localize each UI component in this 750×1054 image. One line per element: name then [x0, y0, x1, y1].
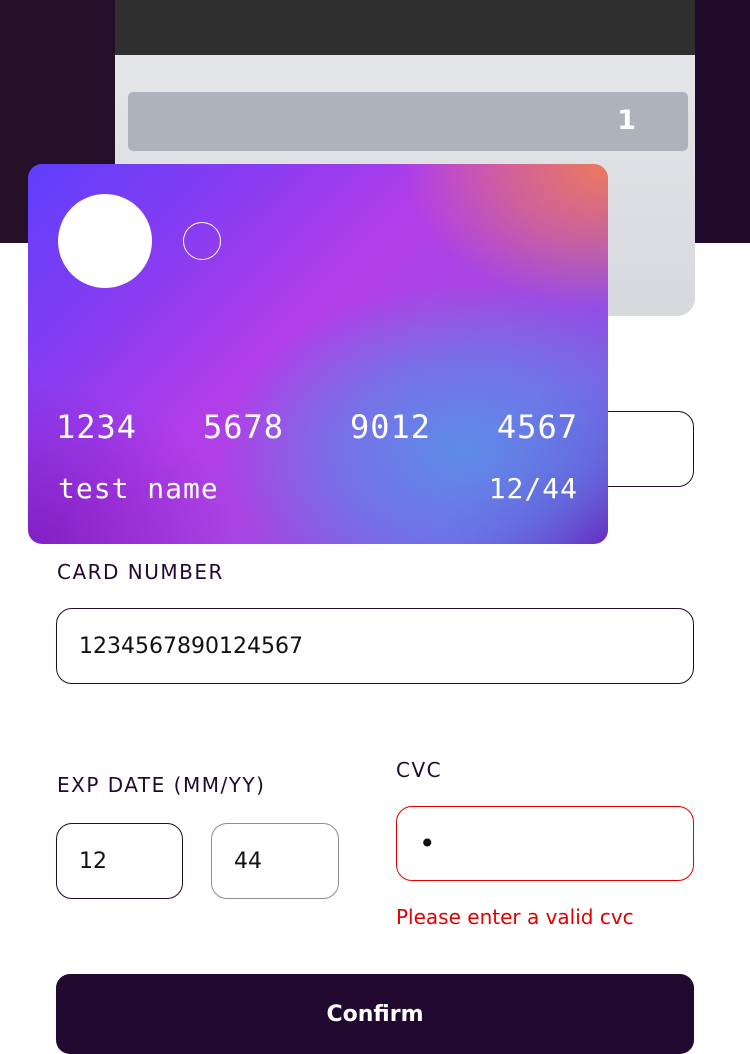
card-holder-name: test name [58, 472, 219, 505]
card-number-display: 1234 5678 9012 4567 [56, 408, 578, 446]
exp-month-value: 12 [79, 848, 107, 874]
signature-strip: 1 [128, 92, 688, 151]
card-number-label: CARD NUMBER [57, 560, 224, 584]
exp-year-value: 44 [234, 848, 262, 874]
card-bottom-row: test name 12/44 [58, 472, 578, 505]
cvc-error-message: Please enter a valid cvc [396, 905, 634, 929]
exp-year-input[interactable]: 44 [211, 823, 339, 899]
card-expiry: 12/44 [488, 472, 578, 505]
exp-date-label: EXP DATE (MM/YY) [57, 773, 266, 797]
card-number-group-3: 9012 [349, 408, 431, 446]
card-number-group-1: 1234 [56, 408, 138, 446]
card-logo-filled-circle-icon [58, 194, 152, 288]
card-logo-outline-circle-icon [183, 222, 221, 260]
cvc-label: CVC [396, 758, 443, 782]
card-number-input-value: 1234567890124567 [79, 633, 303, 659]
card-number-group-4: 4567 [496, 408, 578, 446]
magnetic-stripe [115, 0, 695, 55]
card-front: 1234 5678 9012 4567 test name 12/44 [28, 164, 608, 544]
card-number-input[interactable]: 1234567890124567 [56, 608, 694, 684]
card-back-cvc: 1 [617, 105, 636, 136]
cvc-input-value: • [419, 826, 436, 860]
cvc-input[interactable]: • [396, 806, 694, 881]
confirm-button[interactable]: Confirm [56, 974, 694, 1054]
exp-month-input[interactable]: 12 [56, 823, 183, 899]
card-number-group-2: 5678 [202, 408, 285, 446]
